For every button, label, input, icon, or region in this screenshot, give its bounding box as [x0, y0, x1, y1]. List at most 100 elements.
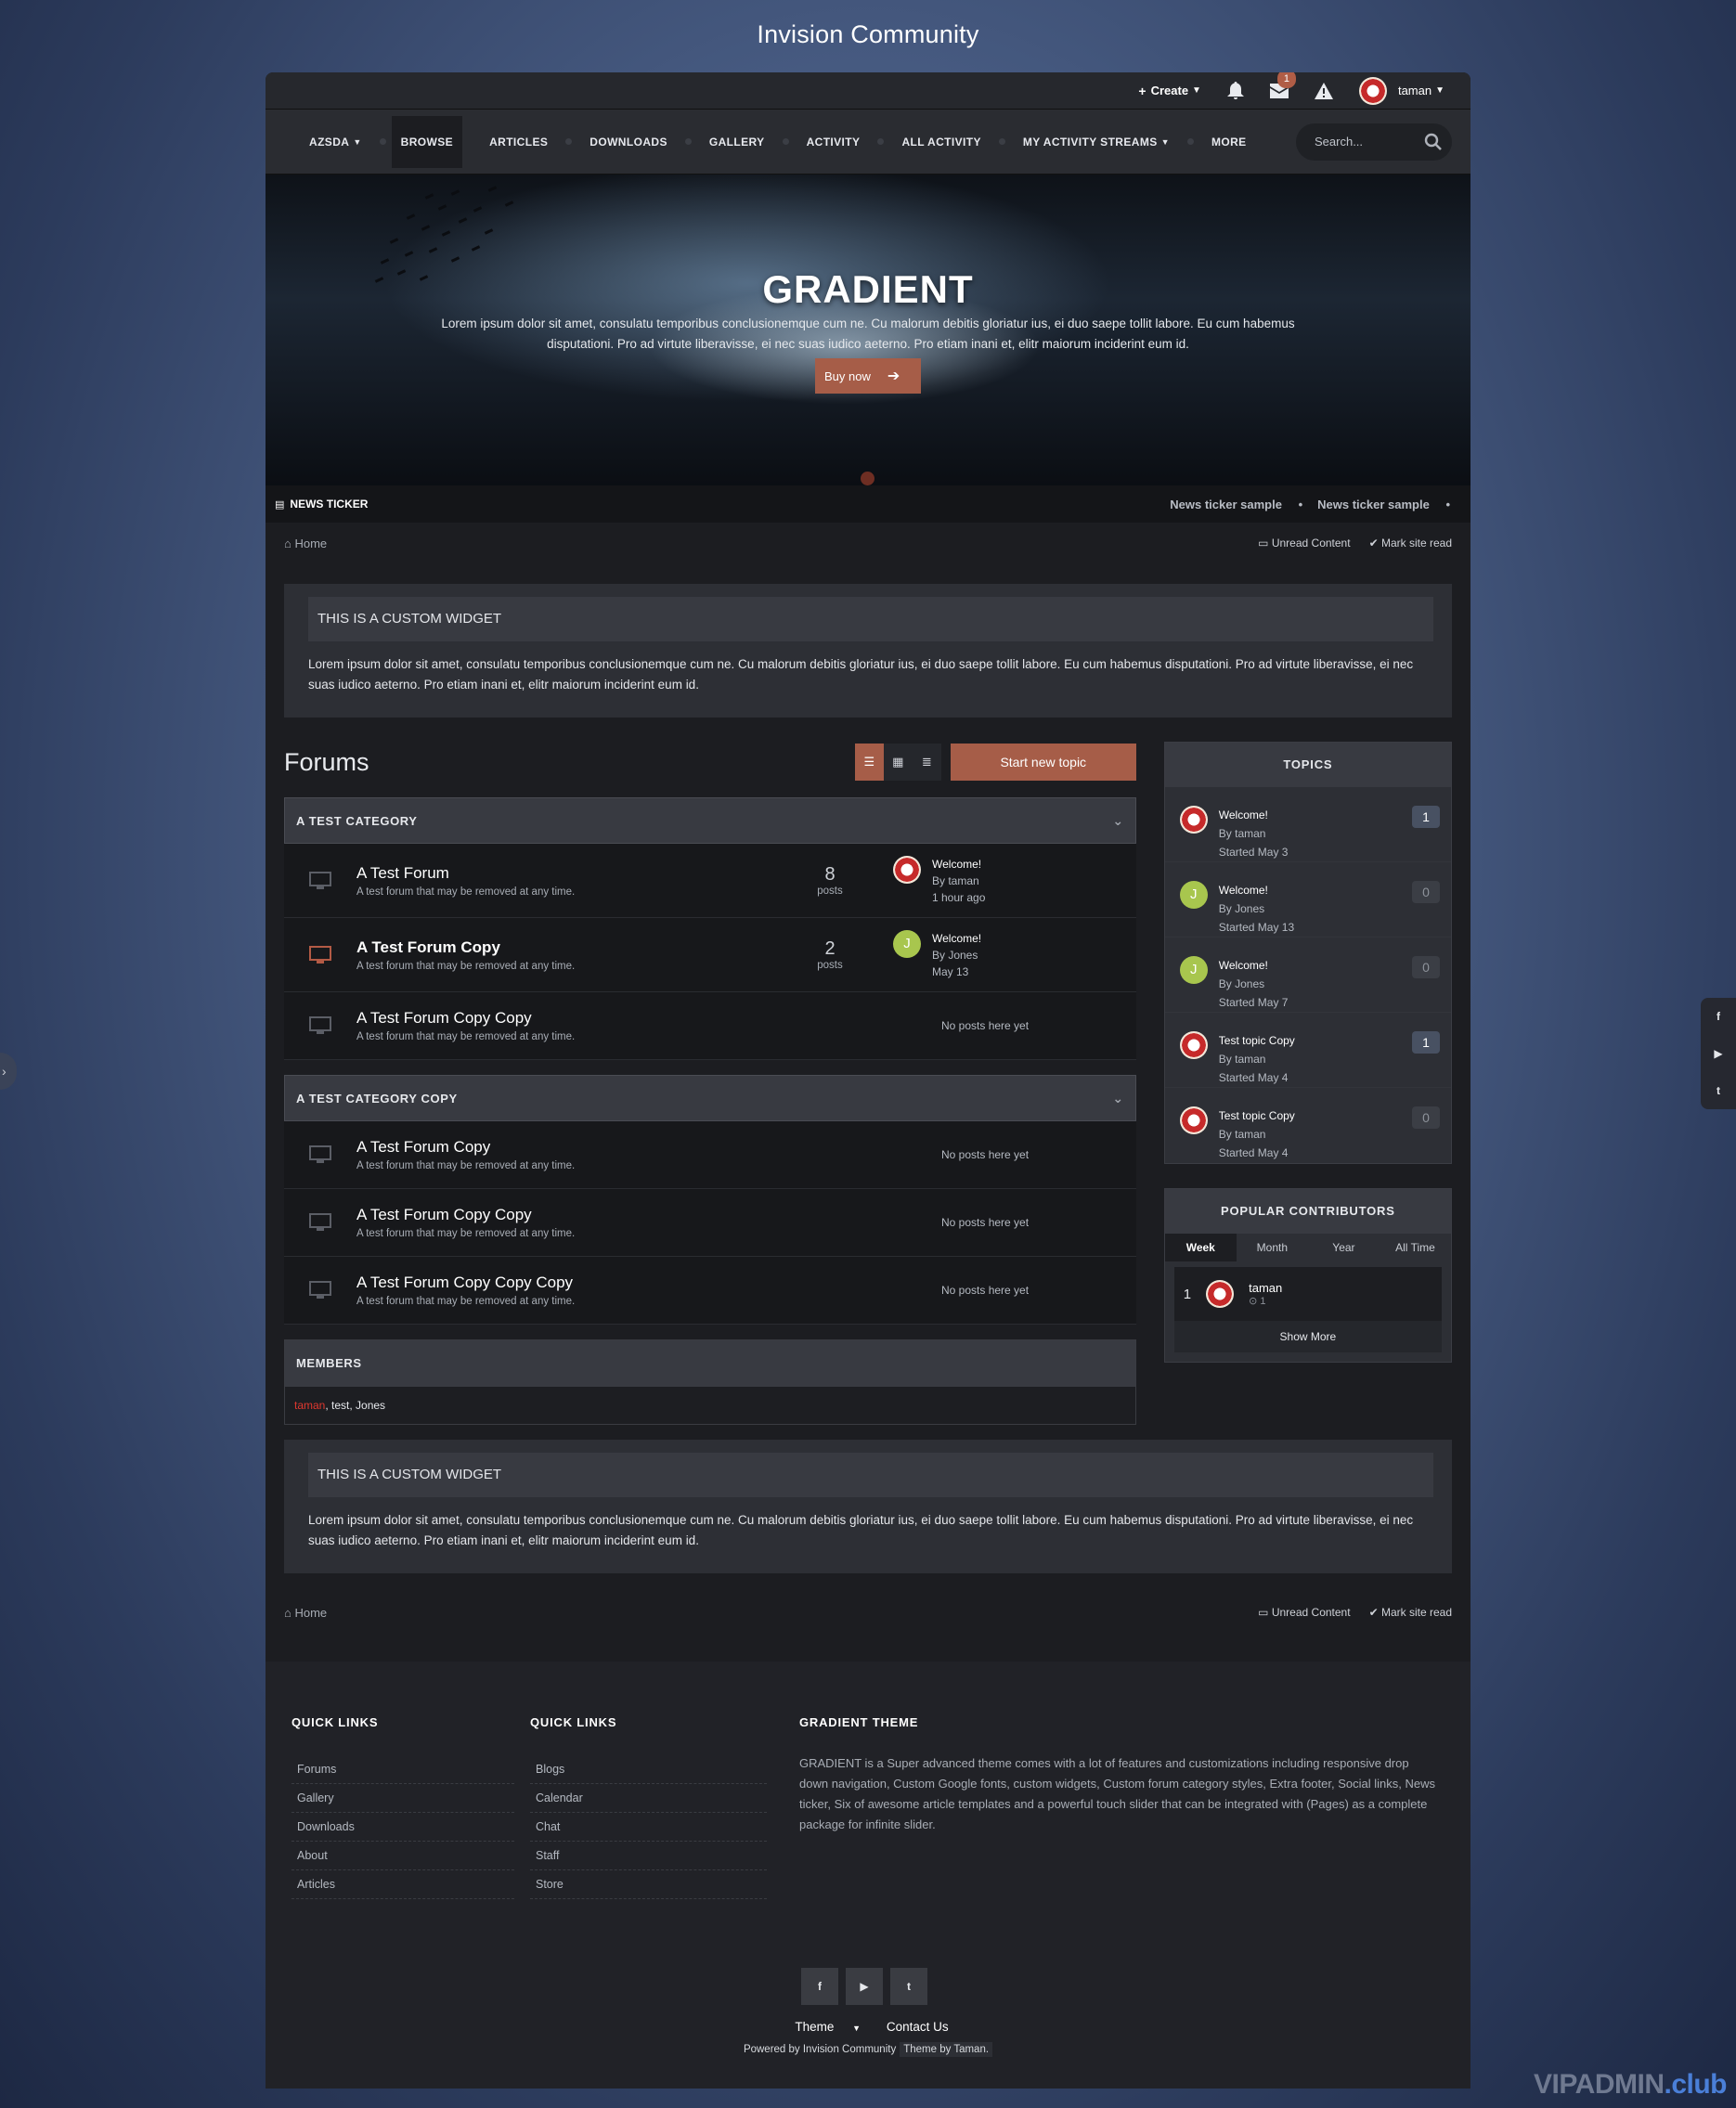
facebook-icon[interactable]: f	[801, 1968, 838, 2005]
unread-content-link[interactable]: ▭ Unread Content	[1258, 537, 1350, 550]
member-links[interactable]: , test, Jones	[325, 1399, 385, 1412]
footer-link[interactable]: Chat	[530, 1813, 767, 1842]
site-title[interactable]: Invision Community	[0, 20, 1736, 49]
last-post-title[interactable]: Welcome!	[932, 930, 981, 947]
youtube-icon[interactable]: ▶	[1701, 1035, 1736, 1072]
tab-month[interactable]: Month	[1237, 1234, 1308, 1261]
breadcrumb-home[interactable]: ⌂ Home	[284, 1606, 327, 1620]
topic-author[interactable]: By Jones	[1219, 899, 1294, 918]
theme-by-link[interactable]: Theme by Taman.	[900, 2042, 993, 2057]
notifications-button[interactable]	[1214, 72, 1257, 110]
user-menu[interactable]: taman ▼	[1346, 72, 1457, 110]
chevron-down-icon[interactable]: ⌄	[1112, 1091, 1123, 1106]
create-menu[interactable]: + Create ▼	[1125, 72, 1214, 110]
forum-title[interactable]: A Test Forum Copy	[356, 938, 802, 957]
forum-title[interactable]: A Test Forum Copy Copy	[356, 1206, 802, 1224]
reports-button[interactable]	[1302, 72, 1346, 110]
avatar[interactable]	[893, 855, 921, 884]
facebook-icon[interactable]: f	[1701, 998, 1736, 1035]
condensed-view-button[interactable]: ≣	[912, 744, 941, 781]
side-panel-toggle[interactable]: ›	[0, 1053, 17, 1090]
nav-my-activity-streams[interactable]: MY ACTIVITY STREAMS ▼	[1014, 116, 1179, 168]
footer-link[interactable]: Calendar	[530, 1784, 767, 1813]
tab-all-time[interactable]: All Time	[1380, 1234, 1451, 1261]
topic-item[interactable]: J Welcome! By Jones Started May 13 0	[1164, 862, 1451, 938]
contributor-name[interactable]: taman	[1249, 1281, 1282, 1295]
forum-title[interactable]: A Test Forum Copy Copy Copy	[356, 1274, 802, 1292]
category-header[interactable]: A TEST CATEGORY ⌄	[284, 797, 1136, 844]
twitter-icon[interactable]: t	[1701, 1072, 1736, 1109]
forum-row[interactable]: A Test Forum Copy Copy Copy A test forum …	[284, 1257, 1136, 1325]
tab-year[interactable]: Year	[1308, 1234, 1380, 1261]
search-input[interactable]: Search...	[1296, 123, 1452, 161]
twitter-icon[interactable]: t	[890, 1968, 927, 2005]
grid-view-button[interactable]: ▦	[883, 744, 913, 781]
nav-azsda[interactable]: AZSDA ▼	[300, 116, 371, 168]
table-view-button[interactable]: ☰	[854, 744, 884, 781]
last-post-author[interactable]: By Jones	[932, 947, 981, 963]
member-link[interactable]: taman	[294, 1399, 325, 1412]
forum-row[interactable]: A Test Forum Copy A test forum that may b…	[284, 918, 1136, 992]
footer-link[interactable]: About	[291, 1842, 514, 1870]
avatar[interactable]: J	[1179, 956, 1208, 984]
breadcrumb-home[interactable]: ⌂ Home	[284, 537, 327, 550]
theme-selector[interactable]: Theme ▼	[787, 2020, 868, 2034]
last-post-author[interactable]: By taman	[932, 873, 985, 889]
footer-link[interactable]: Gallery	[291, 1784, 514, 1813]
topic-author[interactable]: By taman	[1219, 824, 1289, 843]
messages-button[interactable]: 1	[1257, 72, 1302, 110]
youtube-icon[interactable]: ▶	[846, 1968, 883, 2005]
slider-dot[interactable]	[861, 472, 874, 485]
topic-title[interactable]: Welcome!	[1219, 881, 1294, 899]
footer-link[interactable]: Forums	[291, 1755, 514, 1784]
mark-site-read-link[interactable]: ✔ Mark site read	[1369, 537, 1452, 550]
avatar[interactable]	[1179, 1106, 1208, 1134]
forum-row[interactable]: A Test Forum Copy Copy A test forum that …	[284, 1189, 1136, 1257]
chevron-down-icon[interactable]: ⌄	[1112, 813, 1123, 829]
nav-all-activity[interactable]: ALL ACTIVITY	[892, 116, 990, 168]
unread-content-link[interactable]: ▭ Unread Content	[1258, 1606, 1350, 1619]
forum-title[interactable]: A Test Forum Copy Copy	[356, 1009, 802, 1028]
footer-link[interactable]: Downloads	[291, 1813, 514, 1842]
tab-week[interactable]: Week	[1164, 1234, 1237, 1261]
contact-us-link[interactable]: Contact Us	[887, 2020, 949, 2034]
avatar[interactable]	[1206, 1280, 1235, 1308]
forum-title[interactable]: A Test Forum Copy	[356, 1138, 802, 1157]
nav-articles[interactable]: ARTICLES	[480, 116, 557, 168]
topic-author[interactable]: By Jones	[1219, 975, 1289, 993]
topic-item[interactable]: Test topic Copy By taman Started May 4 1	[1164, 1013, 1451, 1088]
topic-title[interactable]: Welcome!	[1219, 956, 1289, 975]
forum-row[interactable]: A Test Forum Copy A test forum that may b…	[284, 1121, 1136, 1189]
topic-item[interactable]: Test topic Copy By taman Started May 4 0	[1165, 1088, 1451, 1163]
forum-row[interactable]: A Test Forum A test forum that may be rem…	[284, 844, 1136, 918]
nav-more[interactable]: MORE	[1202, 116, 1256, 168]
powered-by-link[interactable]: Powered by Invision Community	[744, 2044, 896, 2055]
forum-row[interactable]: A Test Forum Copy Copy A test forum that …	[284, 992, 1136, 1060]
last-post-title[interactable]: Welcome!	[932, 856, 985, 873]
avatar[interactable]	[1179, 806, 1208, 834]
mark-site-read-link[interactable]: ✔ Mark site read	[1369, 1606, 1452, 1619]
footer-link[interactable]: Store	[530, 1870, 767, 1899]
topic-title[interactable]: Welcome!	[1219, 806, 1289, 824]
category-header[interactable]: A TEST CATEGORY COPY ⌄	[284, 1075, 1136, 1121]
nav-activity[interactable]: ACTIVITY	[797, 116, 870, 168]
avatar[interactable]	[1179, 1031, 1208, 1059]
start-new-topic-button[interactable]: Start new topic	[950, 744, 1136, 781]
footer-link[interactable]: Staff	[530, 1842, 767, 1870]
topic-item[interactable]: J Welcome! By Jones Started May 7 0	[1164, 938, 1451, 1013]
topic-author[interactable]: By taman	[1219, 1050, 1295, 1068]
avatar[interactable]: J	[1179, 881, 1208, 909]
show-more-button[interactable]: Show More	[1173, 1321, 1442, 1352]
topic-title[interactable]: Test topic Copy	[1219, 1106, 1295, 1125]
buy-now-button[interactable]: Buy now ➔	[815, 358, 921, 394]
avatar[interactable]: J	[893, 929, 921, 958]
footer-link[interactable]: Blogs	[530, 1755, 767, 1784]
topic-author[interactable]: By taman	[1219, 1125, 1295, 1144]
topic-title[interactable]: Test topic Copy	[1219, 1031, 1295, 1050]
topic-item[interactable]: Welcome! By taman Started May 3 1	[1164, 787, 1451, 862]
nav-downloads[interactable]: DOWNLOADS	[580, 116, 677, 168]
nav-gallery[interactable]: GALLERY	[700, 116, 774, 168]
nav-browse[interactable]: BROWSE	[391, 115, 463, 168]
search-icon[interactable]	[1424, 133, 1443, 151]
ticker-item[interactable]: News ticker sample	[1170, 498, 1302, 511]
